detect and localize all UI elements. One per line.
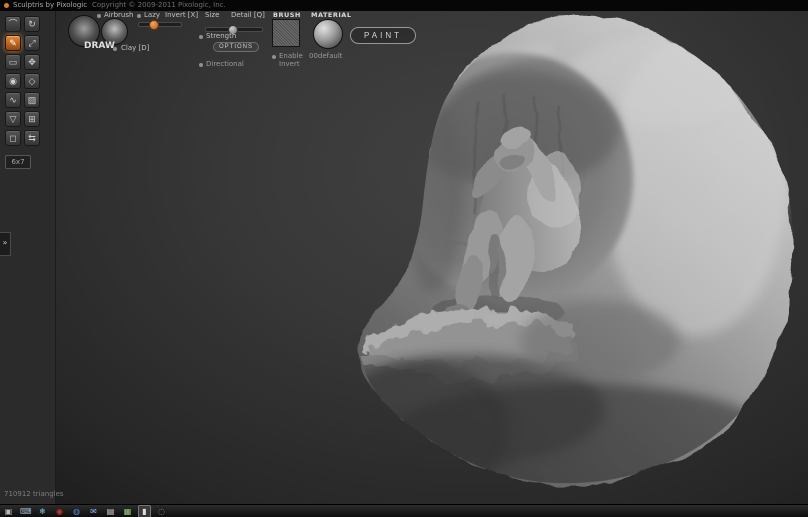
titlebar: Sculptris by Pixologic Copyright © 2009-… (0, 0, 808, 11)
enable-invert-checkbox[interactable] (272, 55, 276, 59)
options-button[interactable]: OPTIONS (213, 42, 259, 52)
tool-flatten-button[interactable]: ▭ (5, 54, 21, 70)
tool-symmetry-button[interactable]: ⇆ (24, 130, 40, 146)
smooth-icon: ∿ (9, 94, 17, 105)
app-icon (4, 3, 9, 8)
tool-sidebar: ⌒ ↻ ✎ ⤢ ▭ ✥ ◉ ◇ ∿ ▨ ▽ ⊞ ◻ ⇆ 6x7 (0, 11, 56, 504)
pinch-icon: ◇ (28, 75, 36, 86)
tool-subdivide-button[interactable]: ⊞ (24, 111, 40, 127)
reduce-brush-icon: ▽ (9, 113, 17, 124)
tool-smooth-button[interactable]: ∿ (5, 92, 21, 108)
flatten-icon: ▭ (8, 56, 18, 67)
text-editor-icon[interactable]: ▤ (105, 506, 116, 517)
inflate-icon: ◉ (9, 75, 17, 86)
strength-label: Strength (206, 32, 237, 40)
grid-size-indicator[interactable]: 6x7 (5, 155, 31, 169)
browser-icon[interactable]: ◍ (71, 506, 82, 517)
sculpture-3d-model[interactable] (330, 11, 808, 504)
clay-toggle[interactable] (113, 47, 117, 51)
symmetry-icon: ⇆ (28, 132, 36, 143)
size-slider-knob[interactable] (149, 20, 159, 30)
tool-crease-button[interactable]: ⌒ (5, 16, 21, 32)
paint-mode-button[interactable]: PAINT (350, 27, 416, 44)
tool-pinch-button[interactable]: ◇ (24, 73, 40, 89)
draw-icon: ✎ (9, 37, 17, 48)
mode-label: DRAW (84, 41, 115, 51)
tool-rotate-button[interactable]: ↻ (24, 16, 40, 32)
size-label: Size (205, 11, 220, 19)
material-name: 00default (309, 52, 343, 60)
mail-icon[interactable]: ✉ (88, 506, 99, 517)
tool-reduce-brush-button[interactable]: ▽ (5, 111, 21, 127)
files-icon[interactable]: ▣ (3, 506, 14, 517)
triangle-count: 710912 triangles (4, 490, 64, 498)
material-sphere-thumbnail[interactable] (313, 19, 343, 49)
panel-expand-tab[interactable]: » (0, 232, 11, 256)
copyright-text: Copyright © 2009-2011 Pixologic, Inc. (92, 1, 226, 9)
os-taskbar: ▣ ⌨ ❄ ◉ ◍ ✉ ▤ ▦ ▮ ◌ (0, 504, 808, 517)
size-slider[interactable] (138, 20, 182, 30)
directional-checkbox[interactable] (199, 63, 203, 67)
directional-label: Directional (206, 60, 244, 68)
media-player-icon[interactable]: ◉ (54, 506, 65, 517)
grab-icon: ✥ (28, 56, 36, 67)
brush-section-title: BRUSH (273, 11, 301, 19)
settings-icon[interactable]: ◌ (156, 506, 167, 517)
airbrush-label: Airbrush (104, 11, 134, 19)
tool-grab-button[interactable]: ✥ (24, 54, 40, 70)
subdivide-icon: ⊞ (28, 113, 36, 124)
terminal-icon[interactable]: ▮ (138, 504, 151, 517)
image-viewer-icon[interactable]: ▦ (122, 506, 133, 517)
material-section-title: MATERIAL (311, 11, 352, 19)
crease-icon: ⌒ (8, 18, 18, 29)
snowflake-icon[interactable]: ❄ (37, 506, 48, 517)
scale-icon: ⤢ (28, 37, 36, 48)
airbrush-checkbox[interactable] (97, 14, 101, 18)
viewport[interactable] (0, 11, 808, 504)
strength-bullet[interactable] (199, 35, 203, 39)
rotate-icon: ↻ (28, 18, 36, 29)
tool-scale-button[interactable]: ⤢ (24, 35, 40, 51)
enable-label: Enable (279, 52, 303, 60)
tool-draw-button[interactable]: ✎ (5, 35, 21, 51)
brush-texture-thumbnail[interactable] (272, 19, 300, 47)
tool-inflate-button[interactable]: ◉ (5, 73, 21, 89)
keyboard-icon[interactable]: ⌨ (20, 506, 32, 517)
invert-label: Invert [X] (165, 11, 199, 19)
detail-label: Detail [Q] (231, 11, 265, 19)
clay-tool-label: Clay [D] (121, 44, 150, 52)
lazy-checkbox[interactable] (137, 14, 141, 18)
tool-mask-button[interactable]: ▨ (24, 92, 40, 108)
tool-wireframe-button[interactable]: ◻ (5, 130, 21, 146)
invert2-label: Invert (279, 60, 300, 68)
mask-icon: ▨ (27, 94, 37, 105)
wireframe-icon: ◻ (9, 132, 17, 143)
window-title: Sculptris by Pixologic (13, 1, 88, 9)
lazy-label: Lazy (144, 11, 161, 19)
